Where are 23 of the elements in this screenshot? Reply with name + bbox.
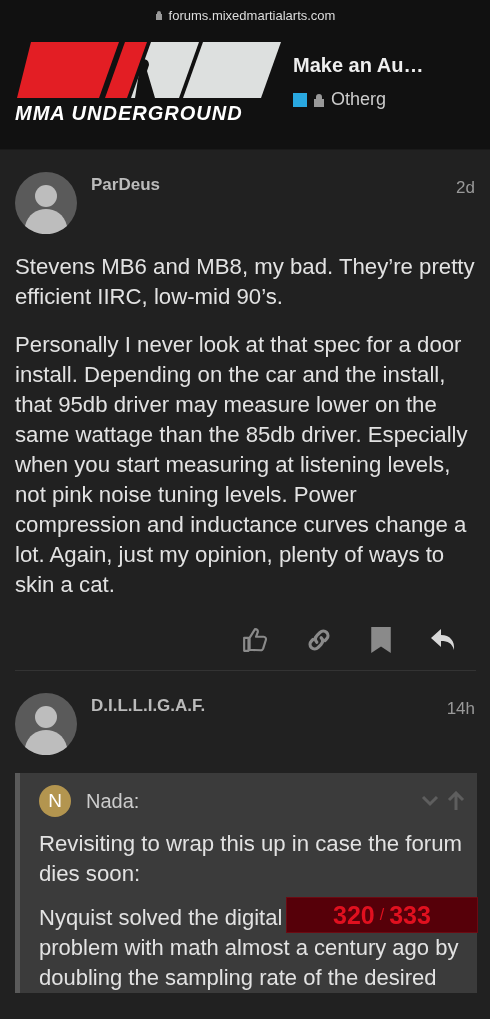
quote-text-line: Nyquist solved the digital [39,904,283,932]
quote-text-line: problem with math almost a century ago by [39,934,459,962]
post-age[interactable]: 2d [456,178,475,198]
post-age[interactable]: 14h [446,699,475,719]
category-name[interactable]: Otherg [331,89,387,110]
avatar[interactable] [15,693,77,755]
avatar[interactable] [15,172,77,234]
topic-title[interactable]: Make an Au… [293,54,424,77]
lock-icon [154,10,163,20]
quote-text: Revisiting to wrap this up in case the forum dies soon: [39,830,463,888]
logo-text: MMA UNDERGROUND [15,102,243,125]
bookmark-icon[interactable] [370,627,392,653]
quote-text-line: doubling the sampling rate of the desired [39,964,437,992]
author-name[interactable]: ParDeus [91,175,443,195]
thumbs-up-icon[interactable] [242,627,268,653]
url-text[interactable]: forums.mixedmartialarts.com [168,7,336,23]
quote-author: Nada: [86,789,141,813]
avatar-initial: N [39,785,71,817]
post-text: Stevens MB6 and MB8, my bad. They’re pretty efficient IIRC, low-mid 90’s. [15,253,476,311]
post-text: Personally I never look at that spec for a door install. Depending on the car and the install, that 95db driver may measure lower on the same wattage than the 85db driver. Especially when you start measuring at listening levels, not pink noise tuning levels. Power compression and inductance curves change a lot. Again, just my opinion, plenty of ways to skin a cat. [15,331,469,599]
link-icon[interactable] [306,627,332,653]
separator: / [379,906,385,924]
author-name[interactable]: D.I.L.L.I.G.A.F. [91,696,433,716]
